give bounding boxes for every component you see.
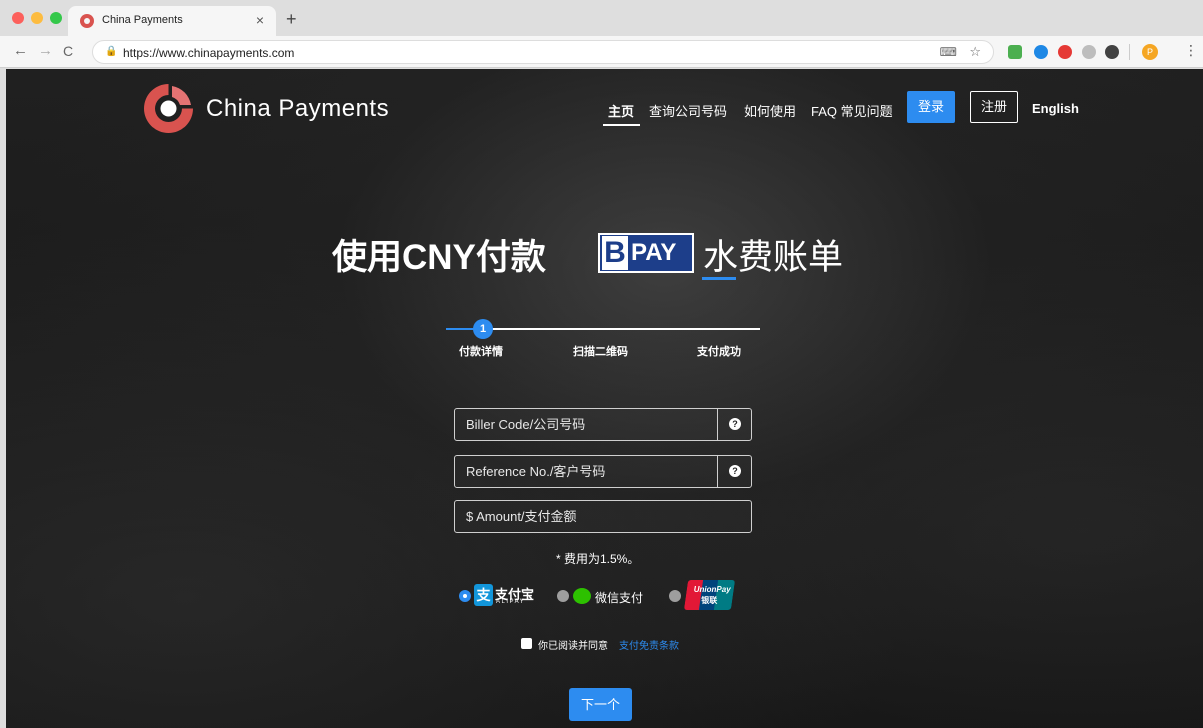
extension-icon-dark[interactable] [1105,45,1119,59]
browser-tab[interactable]: China Payments × [68,6,276,36]
progress-steps: 1 付款详情 扫描二维码 支付成功 [446,319,766,369]
reference-number-input[interactable] [455,456,717,487]
nav-home[interactable]: 主页 [608,101,634,120]
window-close-button[interactable] [12,12,24,24]
nav-query-biller[interactable]: 查询公司号码 [649,101,727,120]
unionpay-logo-cn: 银联 [701,596,718,605]
bpay-logo: B PAY [598,233,694,273]
help-icon: ? [729,465,741,477]
biller-code-input[interactable] [455,409,717,440]
reload-icon[interactable]: C [63,43,73,59]
browser-menu-icon[interactable]: ⋮ [1184,42,1198,59]
step-label-payment-details: 付款详情 [459,346,503,358]
translate-icon[interactable]: ⌨ [940,45,957,59]
unionpay-logo-text: UnionPay [693,585,731,594]
hero-title-prefix: 使用CNY付款 [332,238,546,277]
amount-input[interactable] [455,501,751,532]
evernote-extension-icon[interactable] [1008,45,1022,59]
unionpay-logo-icon[interactable]: UnionPay 银联 [683,580,736,610]
register-button[interactable]: 注册 [970,91,1018,123]
forward-arrow-icon[interactable]: → [38,42,53,59]
biller-code-help-button[interactable]: ? [717,409,751,440]
bookmark-star-icon[interactable]: ☆ [969,44,981,60]
reference-help-button[interactable]: ? [717,456,751,487]
language-switch-english[interactable]: English [1032,101,1079,116]
page: China Payments 主页 查询公司号码 如何使用 FAQ 常见问题 登… [6,69,1203,728]
help-icon: ? [729,418,741,430]
cloud-extension-icon[interactable] [1082,45,1096,59]
next-button[interactable]: 下一个 [569,688,632,721]
login-button[interactable]: 登录 [907,91,955,123]
reference-number-field: ? [454,455,752,488]
tab-close-icon[interactable]: × [256,12,264,28]
browser-toolbar: ← → C 🔒 https://www.chinapayments.com ⌨ … [0,36,1203,68]
url-text[interactable]: https://www.chinapayments.com [123,46,294,60]
favicon-icon [80,14,94,28]
browser-tab-bar: China Payments × + [0,0,1203,36]
nav-faq[interactable]: FAQ 常见问题 [811,101,893,120]
extension-icon-blue[interactable] [1034,45,1048,59]
nav-home-active-indicator [603,124,640,126]
current-step-indicator: 1 [473,319,493,339]
amount-field [454,500,752,533]
tab-title: China Payments [102,14,183,26]
payment-methods: 支 支付宝 ALIPAY 微信支付 UnionPay 银联 [459,579,749,613]
steps-track [446,328,760,330]
biller-code-field: ? [454,408,752,441]
alipay-radio[interactable] [459,590,471,602]
unionpay-radio[interactable] [669,590,681,602]
hero-title-suffix: 水费账单 [703,238,844,277]
hero-title: 使用CNY付款 B PAY 水费账单 [6,229,1203,279]
nav-how-to-use[interactable]: 如何使用 [744,101,796,120]
back-arrow-icon[interactable]: ← [13,42,28,59]
profile-avatar[interactable]: P [1142,44,1158,60]
brand-name[interactable]: China Payments [206,95,389,123]
china-payments-logo-icon[interactable] [142,82,195,135]
alipay-sublabel: ALIPAY [496,599,526,605]
wechat-pay-icon[interactable] [573,588,591,604]
agreement-text: 你已阅读并同意 [538,641,608,652]
bpay-logo-b: B [602,236,628,270]
bpay-logo-text: PAY [631,239,677,266]
fee-note: * 费用为1.5%。 [556,552,640,566]
payment-disclaimer-link[interactable]: 支付免责条款 [619,637,679,652]
window-maximize-button[interactable] [50,12,62,24]
lock-icon: 🔒 [105,46,118,57]
toolbar-divider [1129,44,1130,60]
hero-underline [702,277,736,280]
address-bar[interactable]: 🔒 https://www.chinapayments.com ⌨ ☆ [92,40,994,64]
opera-extension-icon[interactable] [1058,45,1072,59]
step-label-payment-success: 支付成功 [697,346,741,358]
wechat-pay-label[interactable]: 微信支付 [595,589,643,606]
agreement-checkbox[interactable] [521,638,532,649]
step-label-scan-qr: 扫描二维码 [573,346,628,358]
alipay-icon[interactable]: 支 [474,584,493,606]
window-minimize-button[interactable] [31,12,43,24]
new-tab-button[interactable]: + [286,9,297,30]
wechat-pay-radio[interactable] [557,590,569,602]
